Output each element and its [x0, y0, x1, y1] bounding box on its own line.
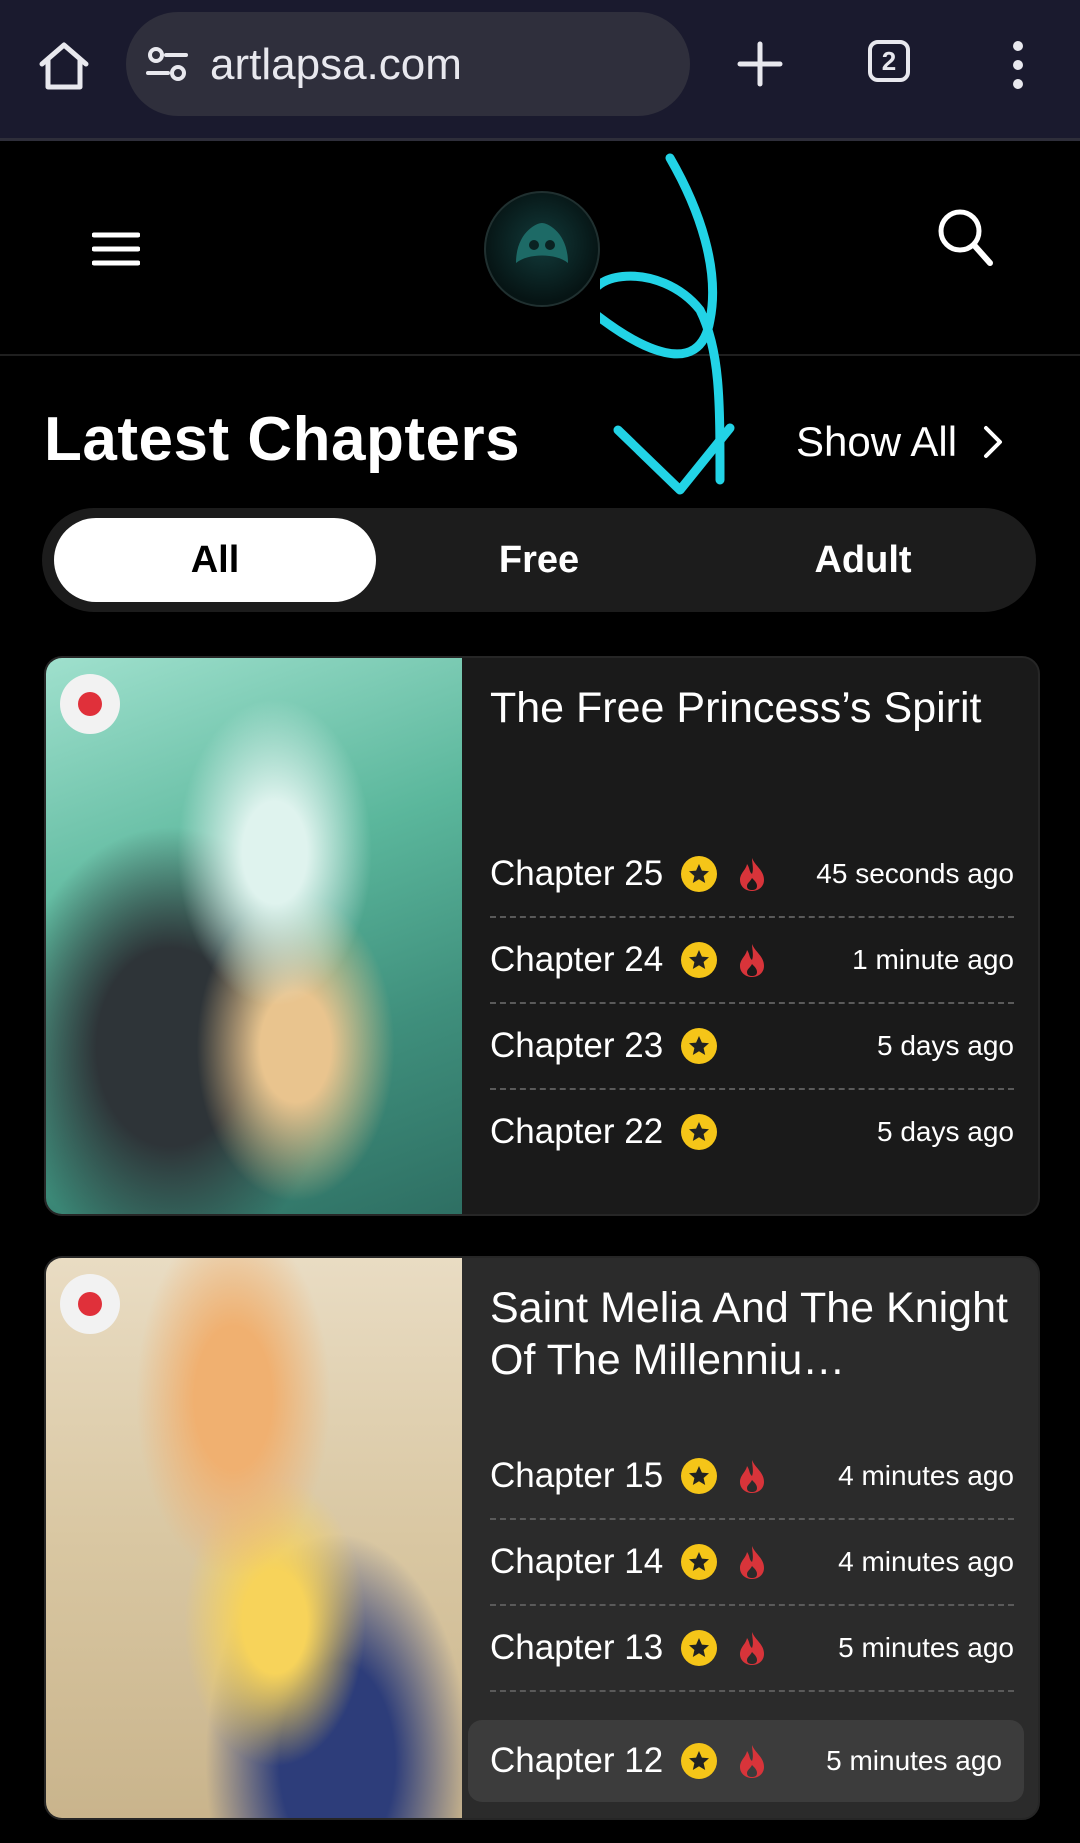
chapter-row[interactable]: Chapter 15 4 minutes ago	[490, 1434, 1014, 1520]
tab-adult[interactable]: Adult	[702, 518, 1024, 602]
chapter-row[interactable]: Chapter 22 5 days ago	[490, 1090, 1014, 1174]
chapter-time: 45 seconds ago	[816, 858, 1014, 889]
chapter-label: Chapter 12	[490, 1741, 664, 1780]
chapter-time: 5 days ago	[877, 1116, 1014, 1147]
browser-toolbar: artlapsa.com 2	[0, 0, 1080, 141]
fire-icon	[740, 1546, 765, 1579]
fire-icon	[740, 944, 765, 977]
star-icon	[681, 1114, 718, 1150]
manga-cover[interactable]	[46, 1258, 462, 1818]
search-icon[interactable]	[936, 207, 994, 267]
tab-free[interactable]: Free	[378, 518, 700, 602]
star-icon	[681, 942, 718, 978]
tab-switcher-icon[interactable]: 2	[868, 40, 910, 82]
chapter-label: Chapter 24	[490, 940, 664, 979]
manga-cover[interactable]	[46, 658, 462, 1214]
star-icon	[681, 1743, 718, 1779]
chapter-row[interactable]: Chapter 24 1 minute ago	[490, 918, 1014, 1004]
chapter-time: 4 minutes ago	[838, 1546, 1014, 1577]
chevron-right-icon	[984, 426, 1003, 458]
fire-icon	[740, 1745, 765, 1778]
new-tab-icon[interactable]	[736, 40, 784, 88]
show-all-label: Show All	[796, 418, 958, 465]
star-icon	[681, 1630, 718, 1666]
chapter-label: Chapter 14	[490, 1542, 664, 1581]
cover-badge-icon	[60, 1274, 120, 1334]
tab-all[interactable]: All	[54, 518, 376, 602]
star-icon	[681, 1028, 718, 1064]
site-logo[interactable]	[484, 191, 600, 307]
fire-icon	[740, 1460, 765, 1493]
address-bar[interactable]: artlapsa.com	[126, 12, 690, 116]
star-icon	[681, 1458, 718, 1494]
fire-icon	[740, 1632, 765, 1665]
chapter-time: 5 days ago	[877, 1030, 1014, 1061]
fire-icon	[740, 858, 765, 891]
hamburger-menu-icon[interactable]	[92, 229, 140, 269]
chapter-row[interactable]: Chapter 13 5 minutes ago	[490, 1606, 1014, 1692]
home-icon[interactable]	[36, 38, 92, 94]
manga-title[interactable]: The Free Princess’s Spirit	[490, 682, 1010, 734]
filter-tabs: All Free Adult	[42, 508, 1036, 612]
logo-emblem-icon	[516, 223, 568, 263]
chapter-label: Chapter 25	[490, 854, 664, 893]
show-all-link[interactable]: Show All	[796, 412, 1003, 472]
section-title: Latest Chapters	[44, 405, 521, 474]
manga-title[interactable]: Saint Melia And The Knight Of The Millen…	[490, 1282, 1010, 1386]
more-vert-icon[interactable]	[1003, 40, 1033, 90]
manga-card: Saint Melia And The Knight Of The Millen…	[44, 1256, 1040, 1820]
manga-card: The Free Princess’s Spirit Chapter 25 45…	[44, 656, 1040, 1216]
chapter-time: 1 minute ago	[852, 944, 1014, 975]
chapter-time: 5 minutes ago	[826, 1745, 1002, 1776]
cover-badge-icon	[60, 674, 120, 734]
chapter-time: 4 minutes ago	[838, 1460, 1014, 1491]
chapter-row[interactable]: Chapter 25 45 seconds ago	[490, 832, 1014, 918]
chapter-label: Chapter 23	[490, 1026, 664, 1065]
url-text[interactable]: artlapsa.com	[210, 40, 462, 90]
chapter-label: Chapter 15	[490, 1456, 664, 1495]
site-settings-icon[interactable]	[146, 46, 188, 82]
site-header	[0, 141, 1080, 356]
chapter-label: Chapter 22	[490, 1112, 664, 1151]
chapter-row[interactable]: Chapter 12 5 minutes ago	[468, 1720, 1024, 1802]
chapter-row[interactable]: Chapter 14 4 minutes ago	[490, 1520, 1014, 1606]
chapter-time: 5 minutes ago	[838, 1632, 1014, 1663]
star-icon	[681, 1544, 718, 1580]
star-icon	[681, 856, 718, 892]
chapter-label: Chapter 13	[490, 1628, 664, 1667]
chapter-row[interactable]: Chapter 23 5 days ago	[490, 1004, 1014, 1090]
